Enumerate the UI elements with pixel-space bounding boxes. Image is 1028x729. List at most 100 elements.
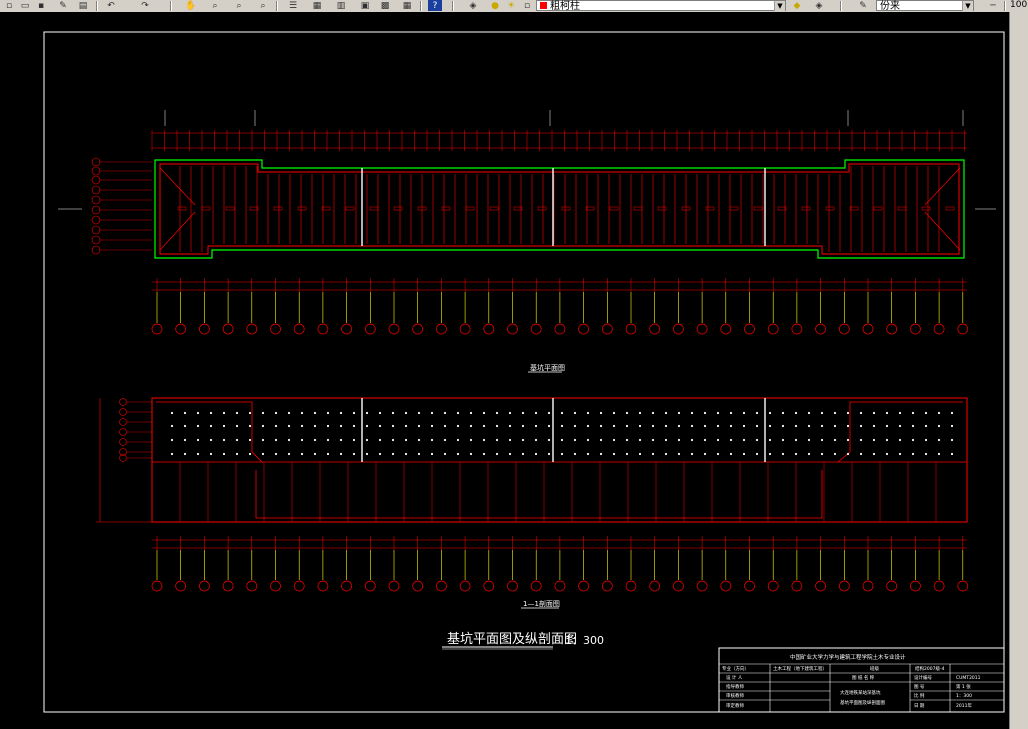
anchor-point [716,452,720,456]
calculator-icon[interactable]: ▦ [400,0,414,11]
pan-icon[interactable]: ✋ [184,0,198,11]
anchor-point [248,424,252,428]
paste-icon[interactable]: ▤ [76,0,90,11]
anchor-point [547,424,551,428]
zoom-previous-icon[interactable]: ⌕ [256,0,270,11]
anchor-point [326,424,330,428]
anchor-point [651,424,655,428]
axis-bubble [151,580,163,592]
color-control-icon[interactable]: ✎ [856,0,870,11]
axis-bubble [222,323,234,335]
layer-combo[interactable]: 粗柯柱 ▼ [536,0,786,12]
linetype-icon[interactable]: ─ [986,0,1000,11]
chevron-down-icon[interactable]: ▼ [774,1,785,11]
layer-on-icon[interactable]: ● [488,0,502,11]
anchor-point [703,424,707,428]
anchor-point [196,411,200,415]
anchor-point [911,452,915,456]
tool-palettes-icon[interactable]: ▥ [334,0,348,11]
anchor-point [287,424,291,428]
undo-icon[interactable]: ↶ [104,0,118,11]
axis-bubble [246,580,258,592]
anchor-point [560,424,564,428]
open-icon[interactable]: ▭ [18,0,32,11]
anchor-point [482,411,486,415]
anchor-point [378,452,382,456]
anchor-point [703,411,707,415]
anchor-point [521,438,525,442]
drawing-main-title: 基坑平面图及纵剖面图 [447,632,577,647]
tb-cell: 2011年 [956,702,972,709]
match-properties-icon[interactable]: ✎ [56,0,70,11]
axis-bubble [388,323,400,335]
axis-bubble [507,323,518,335]
anchor-point [664,424,668,428]
axis-bubble [175,323,187,335]
anchor-point [170,424,174,428]
axis-bubble [91,185,101,195]
anchor-point [729,411,733,415]
anchor-point [560,438,564,442]
anchor-point [690,452,694,456]
axis-bubble [199,580,210,592]
anchor-point [417,452,421,456]
redo-icon[interactable]: ↷ [138,0,152,11]
anchor-point [729,452,733,456]
axis-bubble [601,580,613,592]
cad-drawing[interactable]: 基坑平面图 1—1剖面图 基坑平面图及纵剖面图 1：300 中国矿业大学力学与建… [0,12,1010,729]
axis-bubble [412,323,424,335]
layer-manager-icon[interactable]: ◈ [466,0,480,11]
axis-bubble [933,323,945,335]
layer-lock-icon[interactable]: ▫ [520,0,534,11]
new-icon[interactable]: ▫ [2,0,16,11]
anchor-point [274,438,278,442]
layer-freeze-icon[interactable]: ☀ [504,0,518,11]
vertical-scrollbar[interactable] [1009,12,1028,729]
axis-bubble [151,323,163,335]
anchor-point [560,411,564,415]
sheet-set-icon[interactable]: ▣ [358,0,372,11]
help-icon[interactable]: ? [428,0,442,11]
axis-bubble [507,580,518,592]
axis-bubble [910,323,921,335]
anchor-point [911,424,915,428]
make-current-icon[interactable]: ◆ [790,0,804,11]
markup-icon[interactable]: ▩ [378,0,392,11]
anchor-point [664,452,668,456]
anchor-point [443,438,447,442]
layer-previous-icon[interactable]: ◈ [812,0,826,11]
save-icon[interactable]: ▪ [34,0,48,11]
anchor-point [456,411,460,415]
axis-bubble [744,323,755,335]
zoom-window-icon[interactable]: ⌕ [232,0,246,11]
anchor-point [768,424,772,428]
anchor-point [417,411,421,415]
anchor-point [742,452,746,456]
axis-bubble [625,323,637,335]
anchor-point [391,424,395,428]
anchor-point [599,452,603,456]
anchor-point [508,452,512,456]
chevron-down-icon[interactable]: ▼ [962,1,973,11]
anchor-point [430,438,434,442]
anchor-point [612,411,616,415]
anchor-point [443,411,447,415]
tb-cell: 指导教师 [726,683,744,690]
axis-bubble [625,580,637,592]
linetype-combo[interactable]: 份来 ▼ [876,0,974,12]
design-center-icon[interactable]: ▦ [310,0,324,11]
axis-bubble [175,580,187,592]
zoom-realtime-icon[interactable]: ⌕ [208,0,222,11]
anchor-point [508,424,512,428]
axis-bubble [554,323,566,335]
anchor-point [755,424,759,428]
anchor-point [391,438,395,442]
axis-bubble [791,323,803,335]
properties-icon[interactable]: ☰ [286,0,300,11]
anchor-point [885,438,889,442]
axis-bubble [720,580,732,592]
anchor-point [222,424,226,428]
anchor-point [651,452,655,456]
axis-bubble [578,580,589,592]
pit-outline [154,159,965,259]
